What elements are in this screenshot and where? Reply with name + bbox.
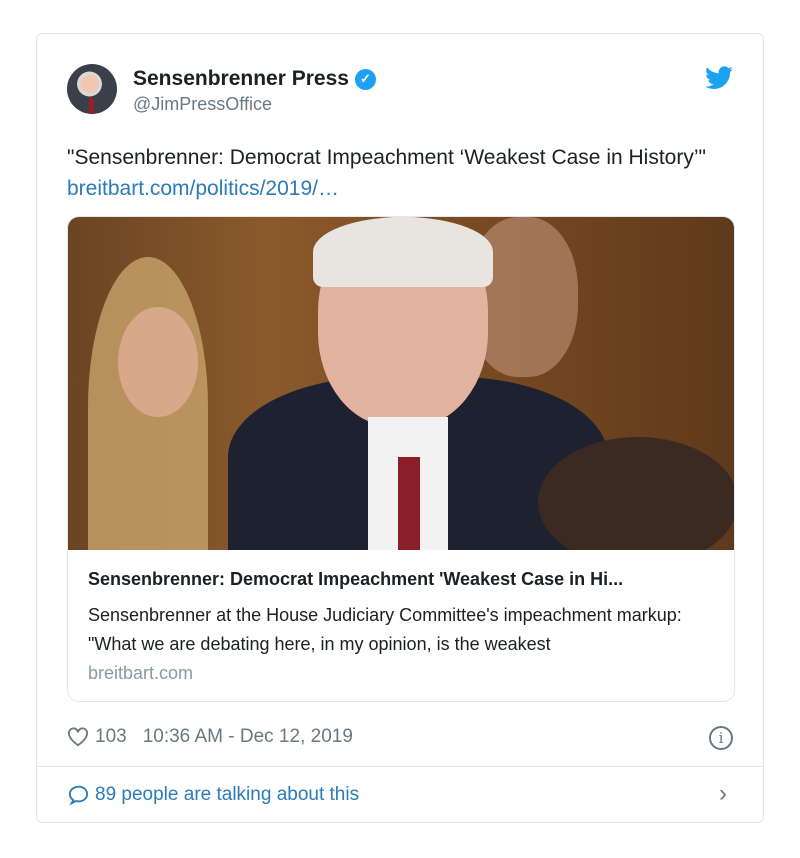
conversation-link[interactable]: 89 people are talking about this <box>67 784 359 806</box>
comment-icon <box>68 785 89 806</box>
chevron-right-icon[interactable]: › <box>719 780 727 808</box>
heart-icon[interactable] <box>67 727 89 747</box>
timestamp[interactable]: 10:36 AM - Dec 12, 2019 <box>143 726 353 748</box>
twitter-bird-icon[interactable] <box>705 66 733 90</box>
link-card-domain: breitbart.com <box>88 663 194 683</box>
divider <box>37 766 763 767</box>
tweet-meta: 103 10:36 AM - Dec 12, 2019 <box>67 726 353 748</box>
author-name-text[interactable]: Sensenbrenner Press <box>133 67 349 91</box>
verified-badge-icon: ✓ <box>354 68 376 90</box>
tweet-body: "Sensenbrenner: Democrat Impeachment ‘We… <box>67 146 706 169</box>
avatar[interactable] <box>67 64 117 114</box>
like-count[interactable]: 103 <box>95 726 127 748</box>
embedded-tweet: Sensenbrenner Press ✓ @JimPressOffice "S… <box>36 33 764 823</box>
talking-text[interactable]: 89 people are talking about this <box>95 784 359 806</box>
author-name[interactable]: Sensenbrenner Press ✓ <box>133 67 376 91</box>
link-card-title[interactable]: Sensenbrenner: Democrat Impeachment 'Wea… <box>88 569 623 590</box>
tweet-link[interactable]: breitbart.com/politics/2019/… <box>67 177 339 200</box>
link-card[interactable]: Sensenbrenner: Democrat Impeachment 'Wea… <box>67 216 735 702</box>
author-handle[interactable]: @JimPressOffice <box>133 94 272 115</box>
info-icon[interactable]: i <box>709 726 733 750</box>
tweet-text: "Sensenbrenner: Democrat Impeachment ‘We… <box>67 142 727 204</box>
link-card-image <box>68 217 734 550</box>
link-card-description: Sensenbrenner at the House Judiciary Com… <box>88 605 682 654</box>
